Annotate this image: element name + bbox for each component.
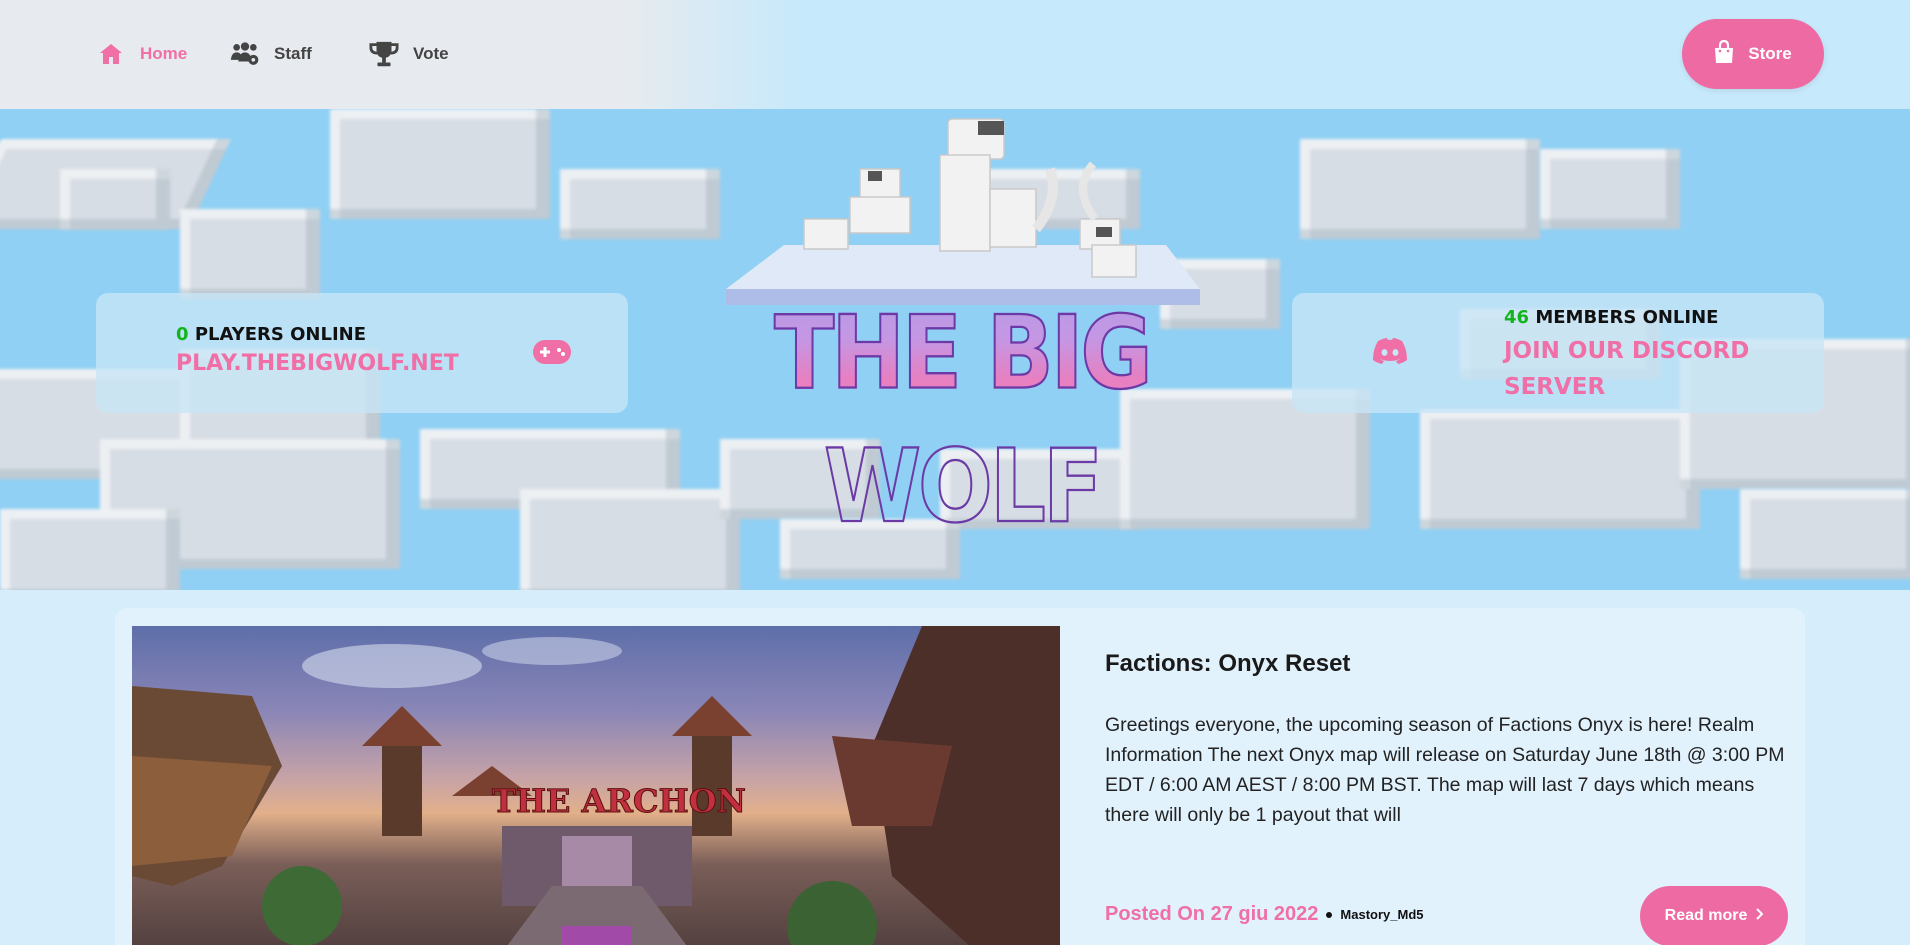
server-address[interactable]: PLAY.THEBIGWOLF.NET: [176, 351, 459, 376]
cloud-block: [1740, 489, 1910, 579]
chevron-right-icon: [1755, 907, 1764, 925]
logo-wordmark: THE BIG WOLF: [712, 286, 1212, 546]
nav-vote-label: Vote: [413, 44, 449, 63]
nav-vote[interactable]: Vote: [369, 36, 449, 72]
discord-card: 46 MEMBERS ONLINE JOIN OUR DISCORD SERVE…: [1292, 293, 1824, 413]
players-online-card: 0 PLAYERS ONLINE PLAY.THEBIGWOLF.NET: [96, 293, 628, 413]
server-logo: THE BIG WOLF: [700, 109, 1220, 546]
store-button[interactable]: Store: [1682, 19, 1824, 89]
post-thumbnail[interactable]: THE ARCHON: [132, 626, 1060, 945]
gamepad-icon[interactable]: [532, 339, 572, 370]
read-more-label: Read more: [1664, 907, 1748, 924]
hero-banner: 0 PLAYERS ONLINE PLAY.THEBIGWOLF.NET THE…: [0, 109, 1910, 590]
post-meta: Posted On 27 giu 2022 Mastory_Md5: [1105, 903, 1424, 926]
nav-staff-label: Staff: [274, 44, 312, 63]
nav-home-label: Home: [140, 44, 188, 63]
post-title[interactable]: Factions: Onyx Reset: [1105, 650, 1350, 678]
cloud-block: [330, 109, 550, 219]
nav-home[interactable]: Home: [96, 36, 187, 72]
post-date: Posted On 27 giu 2022: [1105, 903, 1319, 925]
cloud-block: [520, 489, 740, 590]
cloud-block: [1540, 149, 1680, 229]
trophy-icon: [369, 39, 399, 69]
post-author[interactable]: Mastory_Md5: [1340, 907, 1423, 922]
discord-icon[interactable]: [1372, 337, 1408, 370]
shopping-bag-icon: [1714, 39, 1734, 69]
cloud-block: [0, 509, 180, 590]
players-online-count: 0 PLAYERS ONLINE: [176, 324, 366, 345]
store-label: Store: [1748, 44, 1792, 63]
top-nav: Home Staff Vote Store: [0, 0, 1910, 109]
cloud-block: [60, 169, 170, 229]
nav-staff[interactable]: Staff: [230, 36, 312, 72]
post-image-title: THE ARCHON: [492, 782, 747, 821]
join-discord-link[interactable]: JOIN OUR DISCORD SERVER: [1504, 333, 1749, 405]
cloud-block: [1300, 139, 1540, 239]
cloud-block: [1420, 409, 1700, 529]
read-more-button[interactable]: Read more: [1640, 886, 1788, 945]
separator-dot: [1326, 911, 1333, 918]
post-excerpt: Greetings everyone, the upcoming season …: [1105, 714, 1785, 826]
cloud-block: [560, 169, 720, 239]
cloud-block: [180, 209, 320, 299]
home-icon: [96, 39, 126, 69]
members-online-count: 46 MEMBERS ONLINE: [1504, 307, 1719, 328]
staff-icon: [230, 39, 260, 69]
